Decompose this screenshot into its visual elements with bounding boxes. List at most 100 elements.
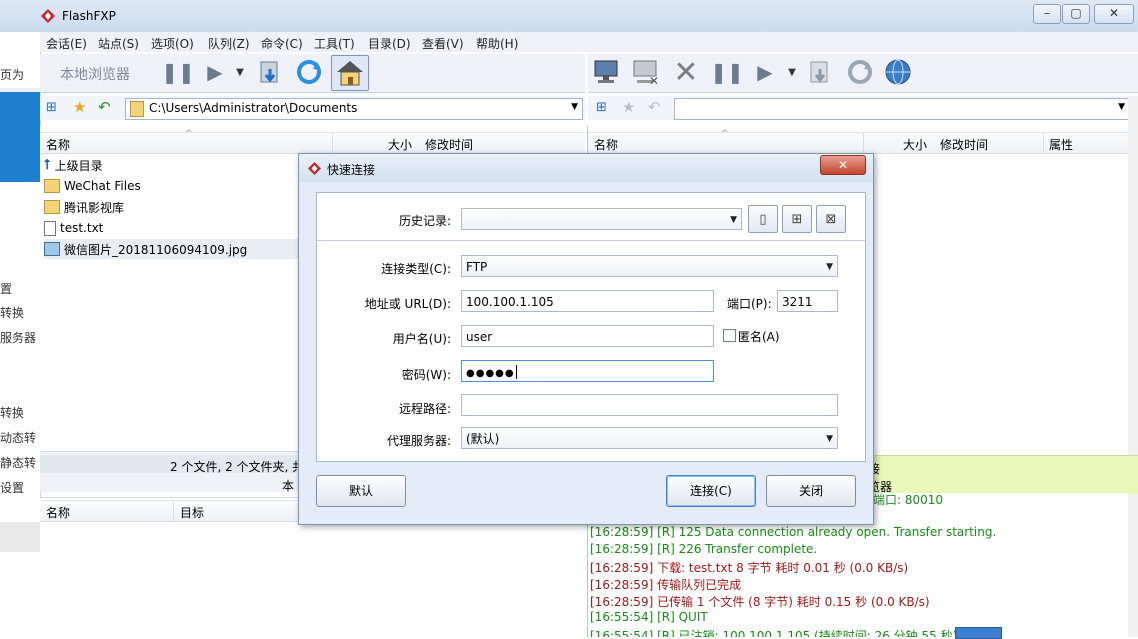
queue-col-target[interactable]: 目标 [180,504,204,521]
col-modified[interactable]: 修改时间 [425,136,473,153]
address-input[interactable]: 100.100.1.105 [461,290,714,312]
connect-button[interactable]: 连接(C) [666,475,756,507]
connection-type-select[interactable]: FTP ▼ [461,255,838,277]
col-name[interactable]: 名称 [46,136,70,153]
left-path-input[interactable]: C:\Users\Administrator\Documents ▼ [125,98,583,120]
menu-help[interactable]: 帮助(H) [476,35,518,52]
port-input[interactable]: 3211 [777,290,838,312]
remote-path-label: 远程路径: [398,402,451,416]
sort-arrow-icon: ^ [185,129,193,139]
play-icon[interactable]: ▶ [750,57,780,87]
menu-options[interactable]: 选项(O) [151,35,194,52]
taskbar-preview [955,627,1002,639]
up-directory-icon[interactable]: ↶ [98,98,111,116]
page-icon: ▯ [759,211,767,227]
menu-commands[interactable]: 命令(C) [261,35,303,52]
queue-col-name[interactable]: 名称 [46,504,70,521]
abort-icon[interactable]: ✕ [671,55,701,90]
local-browser-label[interactable]: 本地浏览器 [60,64,130,84]
refresh-icon[interactable] [845,57,875,87]
file-row[interactable]: test.txt [44,218,103,238]
dialog-form-panel: 历史记录: ▼ ▯ ⊞ ⊠ 连接类型(C): FTP ▼ 地址或 URL(D):… [316,192,866,462]
history-add-button[interactable]: ⊞ [782,205,812,233]
sites-icon[interactable]: ⊞ [46,100,57,115]
menu-queue[interactable]: 队列(Z) [208,35,250,52]
menu-tools[interactable]: 工具(T) [314,35,355,52]
menu-view[interactable]: 查看(V) [422,35,464,52]
quick-connect-dialog: 快速连接 ✕ 历史记录: ▼ ▯ ⊞ ⊠ 连接类型(C): FTP ▼ 地址或 … [298,153,874,525]
minimize-button[interactable]: – [1033,4,1061,24]
password-input[interactable]: ●●●●● [461,360,714,382]
menu-session[interactable]: 会话(E) [46,35,87,52]
folder-icon [44,200,60,214]
col-size[interactable]: 大小 [903,136,927,153]
file-name: 上级目录 [54,158,103,173]
maximize-button[interactable]: ▢ [1062,4,1090,24]
sites-icon[interactable]: ⊞ [596,100,607,115]
log-line: 端口: 80010 [873,493,944,507]
col-size[interactable]: 大小 [388,136,412,153]
file-row[interactable]: WeChat Files [44,176,141,196]
password-label: 密码(W): [401,368,451,382]
left-status-text-2: 本 [282,479,295,493]
username-input[interactable]: user [461,325,714,347]
close-button[interactable]: 关闭 [766,475,856,507]
globe-icon[interactable] [883,57,913,87]
history-label: 历史记录: [398,214,451,228]
connect-icon[interactable] [593,57,623,87]
menu-bar: 会话(E) 站点(S) 选项(O) 队列(Z) 命令(C) 工具(T) 目录(D… [40,32,1138,52]
disconnect-icon[interactable]: ✕ [632,57,662,87]
strip-text: 动态转 [0,431,37,445]
log-line: [16:28:59] [R] 125 Data connection alrea… [590,525,997,539]
file-row[interactable]: 腾讯影视库 [44,197,124,217]
history-edit-button[interactable]: ▯ [748,205,778,233]
log-line: [16:55:54] [R] QUIT [590,610,708,624]
right-scrollbar[interactable] [1128,96,1138,637]
file-row[interactable]: ⭡ 上级目录 [44,155,103,175]
remote-path-input[interactable] [461,394,838,416]
connection-type-value: FTP [466,260,488,274]
favorites-star-icon[interactable]: ★ [622,98,635,116]
proxy-select[interactable]: (默认) ▼ [461,427,838,449]
chevron-down-icon[interactable]: ▼ [1118,102,1125,112]
strip-text: 服务器 [0,331,37,345]
favorites-star-icon[interactable]: ★ [73,98,86,116]
refresh-icon[interactable] [294,57,324,87]
port-label: 端口(P): [727,297,772,311]
col-attributes[interactable]: 属性 [1049,136,1073,153]
play-dropdown-icon[interactable]: ▼ [784,57,800,87]
pause-icon[interactable]: ❚❚ [710,57,744,87]
title-bar[interactable]: FlashFXP – ▢ ✕ [0,0,1138,33]
close-window-button[interactable]: ✕ [1094,4,1134,24]
play-dropdown-icon[interactable]: ▼ [232,57,248,87]
left-column-header: 名称 ^ 大小 修改时间 [40,129,585,154]
home-button[interactable] [331,55,369,91]
strip-text: 置 [0,282,13,296]
dialog-close-button[interactable]: ✕ [820,155,866,175]
strip-text: 转换 [0,406,25,420]
transfer-icon[interactable] [256,57,286,87]
chevron-down-icon[interactable]: ▼ [571,102,578,112]
dialog-title-bar[interactable]: 快速连接 ✕ [299,154,873,182]
proxy-value: (默认) [466,432,500,446]
right-path-input[interactable]: ▼ [674,98,1130,120]
flashfxp-logo-icon [41,9,55,23]
port-value: 3211 [782,295,813,309]
pause-icon[interactable]: ❚❚ [161,57,195,87]
history-select[interactable]: ▼ [461,208,742,230]
file-row[interactable]: 微信图片_20181106094109.jpg [44,239,298,259]
col-modified[interactable]: 修改时间 [940,136,988,153]
default-button[interactable]: 默认 [316,475,406,507]
strip-text: 页为 [0,68,25,82]
col-name[interactable]: 名称 [594,136,618,153]
menu-directory[interactable]: 目录(D) [368,35,411,52]
transfer-icon[interactable] [806,57,836,87]
history-delete-button[interactable]: ⊠ [816,205,846,233]
anonymous-checkbox[interactable] [723,329,736,342]
image-file-icon [44,242,60,256]
up-directory-icon[interactable]: ↶ [648,98,661,116]
menu-sites[interactable]: 站点(S) [98,35,139,52]
strip-banner [0,92,40,182]
play-icon[interactable]: ▶ [200,57,230,87]
add-page-icon: ⊞ [791,211,803,227]
